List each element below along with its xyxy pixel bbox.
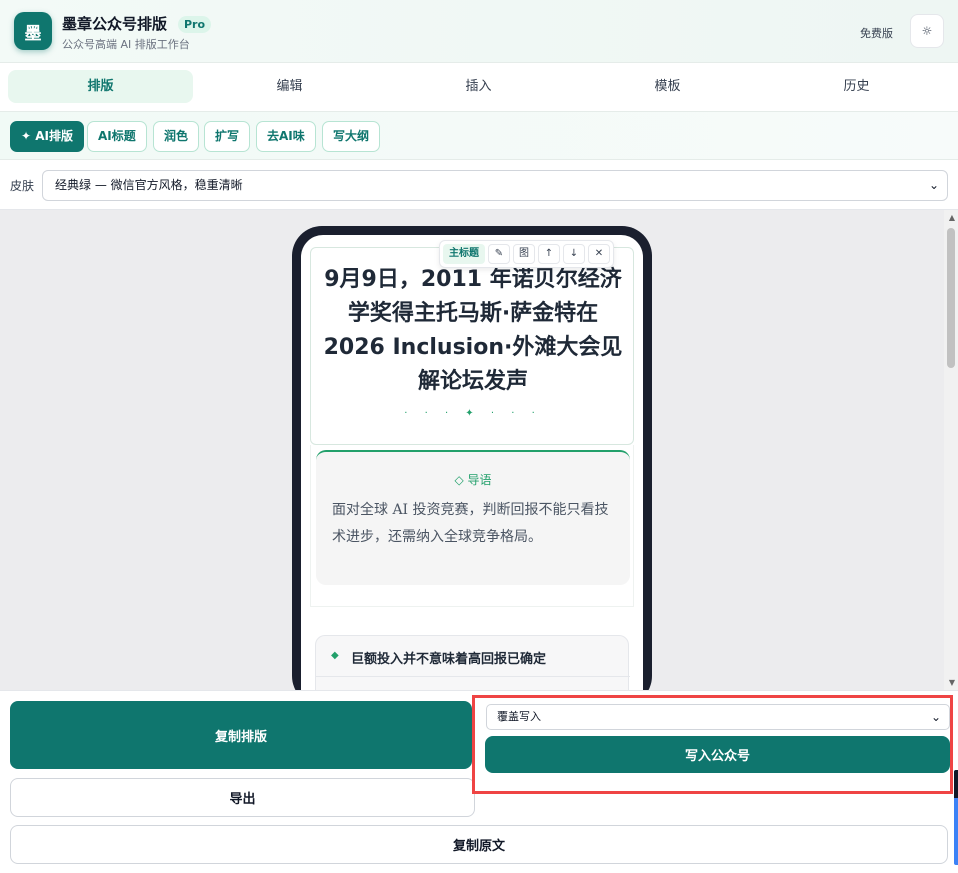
edit-icon[interactable]: ✎ — [488, 244, 510, 264]
skin-select[interactable]: 经典绿 — 微信官方风格，稳重清晰 ⌄ — [42, 170, 948, 201]
preview-scrollbar[interactable]: ▲ ▼ — [944, 210, 958, 690]
image-button[interactable]: 图 — [513, 244, 535, 264]
plan-label[interactable]: 免费版 — [860, 25, 893, 41]
de-ai-button[interactable]: 去AI味 — [256, 121, 316, 152]
tab-layout[interactable]: 排版 — [8, 70, 193, 103]
ai-title-button[interactable]: AI标题 — [87, 121, 147, 152]
tab-edit[interactable]: 编辑 — [197, 70, 382, 103]
chevron-down-icon: ⌄ — [930, 710, 941, 724]
pro-badge: Pro — [178, 16, 212, 33]
copy-layout-button[interactable]: 复制排版 — [10, 701, 472, 769]
settings-button[interactable]: ☼ — [910, 14, 944, 48]
close-icon[interactable]: ✕ — [588, 244, 610, 264]
scroll-down-icon[interactable]: ▼ — [949, 678, 955, 687]
tab-insert[interactable]: 插入 — [386, 70, 571, 103]
diamond-icon: ◆ — [331, 650, 339, 661]
expand-button[interactable]: 扩写 — [204, 121, 251, 152]
skin-row: 皮肤 经典绿 — 微信官方风格，稳重清晰 ⌄ — [0, 160, 958, 210]
bottom-action-bar: 复制排版 导出 复制原文 覆盖写入 ⌄ 写入公众号 — [0, 690, 958, 873]
publish-panel: 覆盖写入 ⌄ 写入公众号 — [472, 695, 953, 794]
scrollbar-thumb[interactable] — [947, 228, 955, 368]
preview-area: 主标题 ✎ 图 ↑ ↓ ✕ 9月9日，2011 年诺贝尔经济学奖得主托马斯·萨金… — [0, 210, 958, 690]
ai-toolbar: ✦ AI排版 AI标题 润色 扩写 去AI味 写大纲 — [0, 112, 958, 160]
block-type-tag[interactable]: 主标题 — [443, 244, 485, 264]
move-up-icon[interactable]: ↑ — [538, 244, 560, 264]
side-edge-tab-top[interactable] — [954, 770, 958, 798]
title-decoration: · · · ✦ · · · — [404, 408, 542, 419]
lead-card: ◇ 导语 面对全球 AI 投资竞赛，判断回报不能只看技术进步，还需纳入全球竞争格… — [316, 450, 630, 585]
move-down-icon[interactable]: ↓ — [563, 244, 585, 264]
publish-mode-value: 覆盖写入 — [497, 710, 541, 723]
app-logo: 墨 — [14, 12, 52, 50]
lead-heading: ◇ 导语 — [454, 473, 492, 487]
polish-button[interactable]: 润色 — [153, 121, 200, 152]
title-block[interactable]: 9月9日，2011 年诺贝尔经济学奖得主托马斯·萨金特在 2026 Inclus… — [310, 247, 634, 445]
section-divider — [316, 676, 630, 677]
phone-screen[interactable]: 主标题 ✎ 图 ↑ ↓ ✕ 9月9日，2011 年诺贝尔经济学奖得主托马斯·萨金… — [301, 235, 643, 690]
app-subtitle: 公众号高端 AI 排版工作台 — [62, 38, 190, 51]
export-button[interactable]: 导出 — [10, 778, 475, 817]
ai-layout-button[interactable]: ✦ AI排版 — [10, 121, 84, 152]
app-root: 墨 墨章公众号排版 Pro 公众号高端 AI 排版工作台 免费版 ☼ 排版 编辑… — [0, 0, 958, 873]
outline-button[interactable]: 写大纲 — [322, 121, 381, 152]
publish-button[interactable]: 写入公众号 — [485, 736, 950, 773]
copy-source-button[interactable]: 复制原文 — [10, 825, 948, 864]
tab-templates[interactable]: 模板 — [575, 70, 760, 103]
publish-mode-select[interactable]: 覆盖写入 ⌄ — [486, 704, 950, 730]
lead-block[interactable]: ◇ 导语 面对全球 AI 投资竞赛，判断回报不能只看技术进步，还需纳入全球竞争格… — [310, 445, 634, 607]
skin-selected-value: 经典绿 — 微信官方风格，稳重清晰 — [55, 178, 243, 192]
app-header: 墨 墨章公众号排版 Pro 公众号高端 AI 排版工作台 免费版 ☼ — [0, 0, 958, 63]
sun-icon: ☼ — [921, 24, 933, 38]
phone-frame: 主标题 ✎ 图 ↑ ↓ ✕ 9月9日，2011 年诺贝尔经济学奖得主托马斯·萨金… — [292, 226, 652, 690]
app-title: 墨章公众号排版 — [62, 15, 168, 33]
article-title: 9月9日，2011 年诺贝尔经济学奖得主托马斯·萨金特在 2026 Inclus… — [323, 267, 623, 394]
lead-text: 面对全球 AI 投资竞赛，判断回报不能只看技术进步，还需纳入全球竞争格局。 — [332, 502, 609, 545]
tab-history[interactable]: 历史 — [764, 70, 949, 103]
chevron-down-icon: ⌄ — [928, 178, 939, 192]
skin-label: 皮肤 — [10, 179, 35, 193]
section-title: 巨额投入并不意味着高回报已确定 — [351, 652, 547, 667]
scroll-up-icon[interactable]: ▲ — [949, 213, 955, 222]
section-block[interactable]: ◆ 巨额投入并不意味着高回报已确定 — [315, 635, 630, 690]
main-tabs: 排版 编辑 插入 模板 历史 — [0, 63, 958, 112]
block-toolbar: 主标题 ✎ 图 ↑ ↓ ✕ — [439, 240, 614, 268]
